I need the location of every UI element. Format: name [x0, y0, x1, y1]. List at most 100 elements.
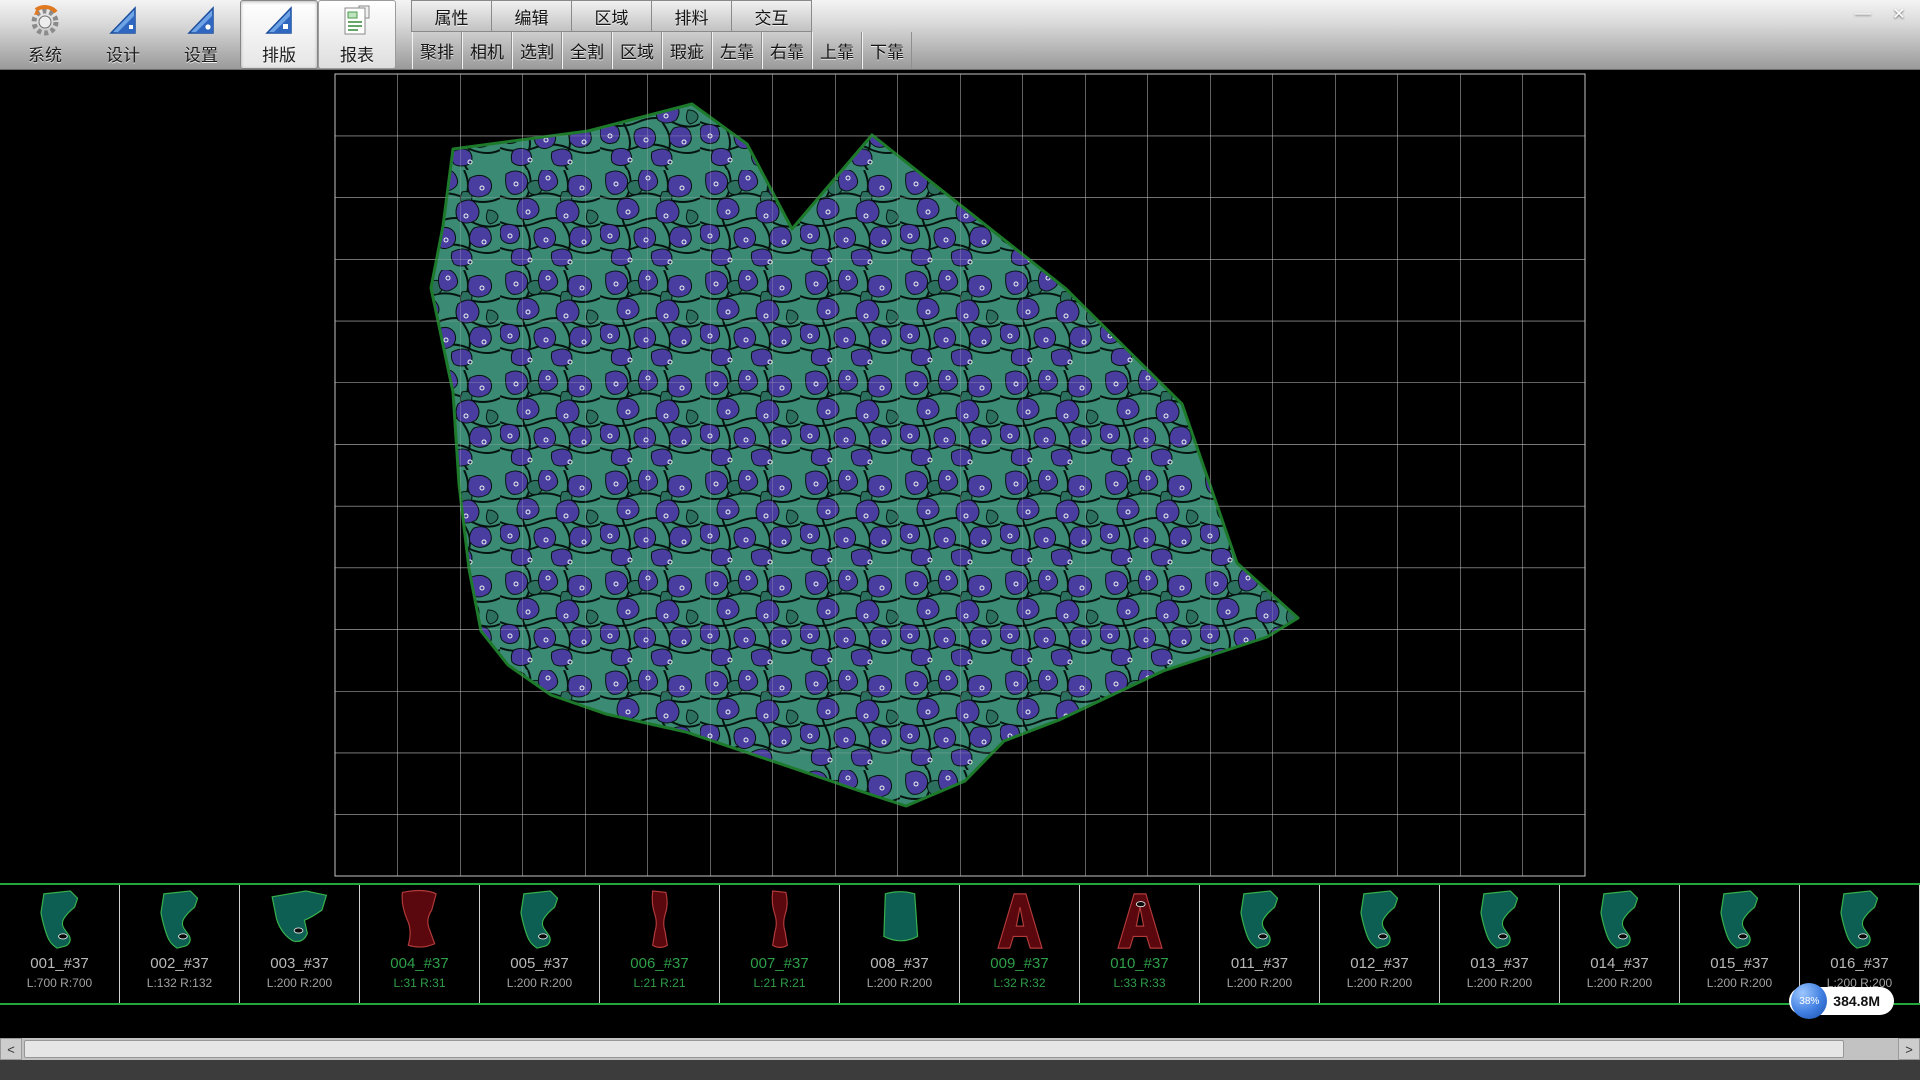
- nesting-icon: [261, 3, 297, 39]
- part-label: 004_#37: [390, 955, 448, 972]
- part-counts: L:31 R:31: [393, 976, 445, 990]
- tool-button[interactable]: 上靠: [812, 32, 862, 69]
- part-thumbnail[interactable]: 014_#37 L:200 R:200: [1560, 885, 1680, 1003]
- part-thumbnail[interactable]: 007_#37 L:21 R:21: [720, 885, 840, 1003]
- scrollbar-thumb[interactable]: [24, 1040, 1844, 1058]
- part-thumbnail[interactable]: 010_#37 L:33 R:33: [1080, 885, 1200, 1003]
- part-thumbnail[interactable]: 005_#37 L:200 R:200: [480, 885, 600, 1003]
- part-label: 001_#37: [30, 955, 88, 972]
- part-thumbnail[interactable]: 008_#37 L:200 R:200: [840, 885, 960, 1003]
- part-shape-icon: [858, 888, 942, 954]
- scroll-left-button[interactable]: <: [0, 1038, 22, 1060]
- menu-item[interactable]: 排料: [651, 0, 732, 32]
- part-shape-icon: [618, 888, 702, 954]
- scroll-right-button[interactable]: >: [1898, 1038, 1920, 1060]
- app-tab-report[interactable]: 报表: [318, 0, 396, 69]
- menu-item[interactable]: 区域: [571, 0, 652, 32]
- app-tab-label: 排版: [262, 41, 296, 66]
- part-thumbnail[interactable]: 006_#37 L:21 R:21: [600, 885, 720, 1003]
- tool-button[interactable]: 右靠: [762, 32, 812, 69]
- tool-button[interactable]: 选割: [512, 32, 562, 69]
- settings-icon: [183, 3, 219, 39]
- part-counts: L:200 R:200: [867, 976, 932, 990]
- part-counts: L:21 R:21: [753, 976, 805, 990]
- menu-item[interactable]: 交互: [731, 0, 812, 32]
- menu-bar: 属性 编辑 区域 排料 交互: [412, 0, 912, 32]
- system-gear-icon: [27, 3, 63, 39]
- close-button[interactable]: ✕: [1884, 2, 1914, 26]
- part-hole: [1498, 934, 1507, 939]
- part-thumbnail[interactable]: 009_#37 L:32 R:32: [960, 885, 1080, 1003]
- part-shape-icon: [258, 888, 342, 954]
- part-thumbnail[interactable]: 015_#37 L:200 R:200: [1680, 885, 1800, 1003]
- part-shape-icon: [498, 888, 582, 954]
- app-tab-nesting[interactable]: 排版: [240, 0, 318, 69]
- horizontal-scrollbar[interactable]: < >: [0, 1038, 1920, 1060]
- tool-button[interactable]: 全割: [562, 32, 612, 69]
- tool-button[interactable]: 相机: [462, 32, 512, 69]
- part-label: 009_#37: [990, 955, 1048, 972]
- part-thumbnail[interactable]: 004_#37 L:31 R:31: [360, 885, 480, 1003]
- part-shape-icon: [1698, 888, 1782, 954]
- app-tab-label: 设置: [184, 41, 218, 66]
- part-hole: [1136, 902, 1145, 907]
- part-hole: [1738, 934, 1747, 939]
- part-shape-icon: [1338, 888, 1422, 954]
- part-label: 015_#37: [1710, 955, 1768, 972]
- part-counts: L:200 R:200: [1227, 976, 1292, 990]
- part-hole: [58, 934, 67, 939]
- part-shape-icon: [1818, 888, 1902, 954]
- part-thumbnail[interactable]: 001_#37 L:700 R:700: [0, 885, 120, 1003]
- report-icon: [339, 3, 375, 39]
- toolbar: 系统 设计 设置: [0, 0, 1920, 70]
- tool-button[interactable]: 左靠: [712, 32, 762, 69]
- part-label: 016_#37: [1830, 955, 1888, 972]
- menu-item[interactable]: 属性: [411, 0, 492, 32]
- nesting-canvas-svg[interactable]: [0, 70, 1920, 883]
- part-label: 011_#37: [1231, 955, 1288, 972]
- part-hole: [1858, 934, 1867, 939]
- app-switcher: 系统 设计 设置: [0, 0, 396, 69]
- part-hole: [1258, 934, 1267, 939]
- part-counts: L:200 R:200: [1587, 976, 1652, 990]
- part-thumbnail[interactable]: 011_#37 L:200 R:200: [1200, 885, 1320, 1003]
- part-counts: L:21 R:21: [633, 976, 685, 990]
- app-tab-label: 报表: [340, 41, 374, 66]
- part-label: 008_#37: [870, 955, 928, 972]
- part-thumbnail[interactable]: 013_#37 L:200 R:200: [1440, 885, 1560, 1003]
- tool-button[interactable]: 瑕疵: [662, 32, 712, 69]
- part-shape-icon: [738, 888, 822, 954]
- part-counts: L:200 R:200: [1707, 976, 1772, 990]
- part-counts: L:200 R:200: [1347, 976, 1412, 990]
- menu-item[interactable]: 编辑: [491, 0, 572, 32]
- app-tab-system[interactable]: 系统: [6, 0, 84, 69]
- app-tab-settings[interactable]: 设置: [162, 0, 240, 69]
- part-shape-icon: [978, 888, 1062, 954]
- menu-and-tools: 属性 编辑 区域 排料 交互 聚排 相机 选割 全: [412, 0, 912, 69]
- part-counts: L:132 R:132: [147, 976, 212, 990]
- part-shape-icon: [138, 888, 222, 954]
- tool-button[interactable]: 下靠: [862, 32, 912, 69]
- part-thumbnail[interactable]: 003_#37 L:200 R:200: [240, 885, 360, 1003]
- part-hole: [178, 934, 187, 939]
- design-icon: [105, 3, 141, 39]
- part-shape-icon: [1458, 888, 1542, 954]
- part-shape-icon: [1098, 888, 1182, 954]
- tool-button[interactable]: 区域: [612, 32, 662, 69]
- part-hole: [538, 934, 547, 939]
- scrollbar-track[interactable]: [22, 1038, 1898, 1060]
- part-shape-icon: [1218, 888, 1302, 954]
- progress-indicator: 38% 384.8M: [1791, 983, 1894, 1019]
- part-thumbnail[interactable]: 002_#37 L:132 R:132: [120, 885, 240, 1003]
- tool-button[interactable]: 聚排: [412, 32, 462, 69]
- part-label: 003_#37: [270, 955, 328, 972]
- part-counts: L:200 R:200: [267, 976, 332, 990]
- minimize-button[interactable]: —: [1848, 2, 1878, 26]
- part-label: 013_#37: [1470, 955, 1528, 972]
- app-tab-design[interactable]: 设计: [84, 0, 162, 69]
- part-thumbnail[interactable]: 012_#37 L:200 R:200: [1320, 885, 1440, 1003]
- part-hole: [1618, 934, 1627, 939]
- app-tab-label: 设计: [106, 41, 140, 66]
- part-shape-icon: [1578, 888, 1662, 954]
- nesting-canvas[interactable]: [0, 70, 1920, 883]
